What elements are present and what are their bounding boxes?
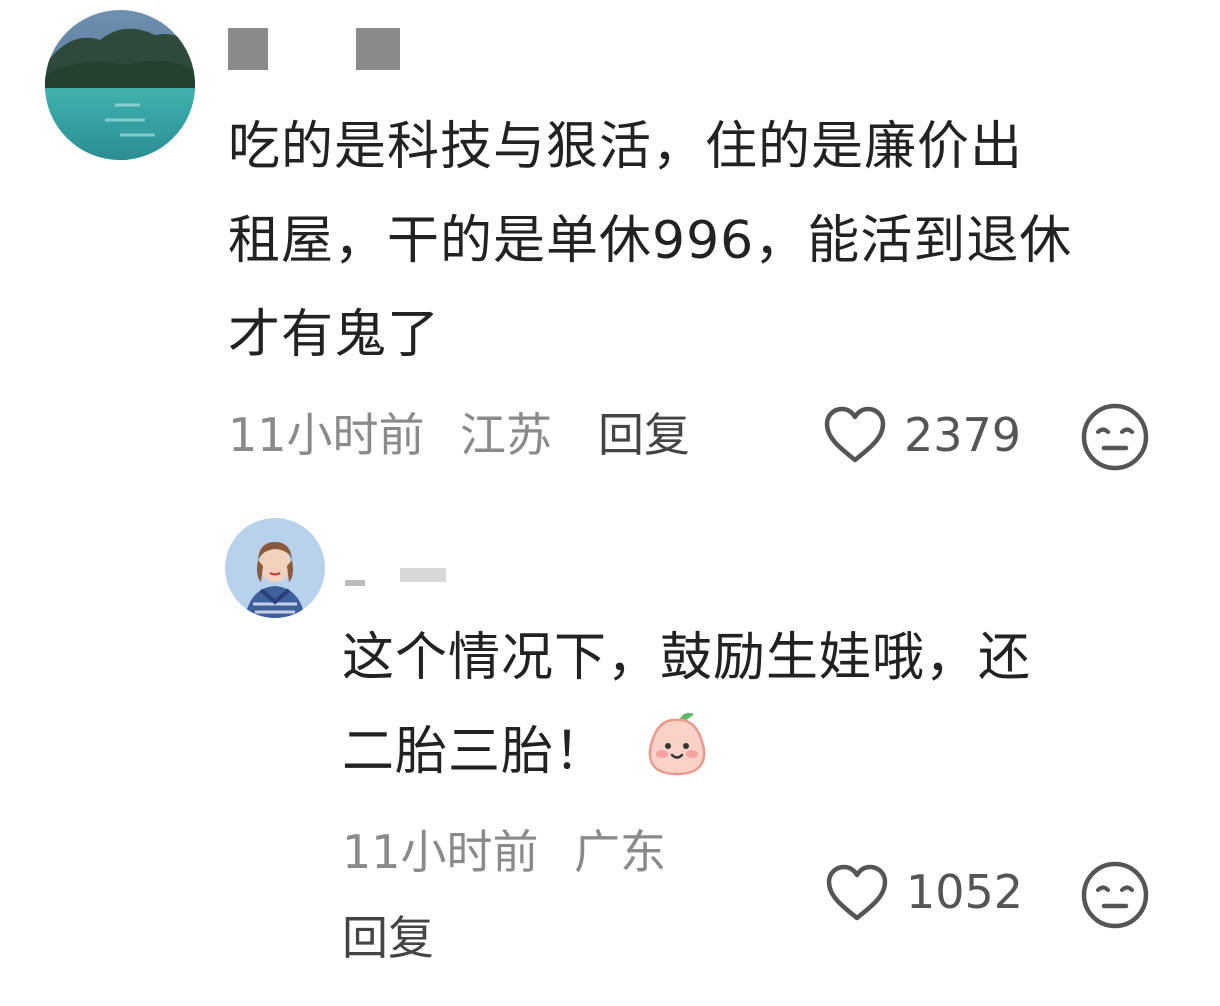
reply-reply-button[interactable]: 回复 <box>342 908 434 968</box>
commenter-name-redacted[interactable] <box>228 28 268 70</box>
like-count: 1052 <box>906 865 1024 919</box>
meh-face-icon[interactable] <box>1080 402 1150 472</box>
comment-location: 江苏 <box>460 408 552 462</box>
commenter-name-redacted-2 <box>356 28 400 70</box>
reply-text: 这个情况下，鼓励生娃哦，还 二胎三胎！ <box>342 628 1032 782</box>
heart-outline-icon[interactable] <box>824 862 890 924</box>
like-count: 2379 <box>904 408 1022 462</box>
comment-reply-button[interactable]: 回复 <box>598 405 690 465</box>
reply-time: 11小时前 <box>342 825 539 879</box>
person-portrait-avatar <box>225 518 325 618</box>
replier-name-redacted[interactable] <box>345 580 365 586</box>
meh-face-icon[interactable] <box>1080 860 1150 930</box>
peach-smile-emoji <box>642 708 712 778</box>
replier-name-redacted-2 <box>400 568 446 582</box>
heart-outline-icon[interactable] <box>822 404 888 466</box>
comment-text: 吃的是科技与狠活，住的是廉价出 租屋，干的是单休996，能活到退休 才有鬼了 <box>228 117 1073 365</box>
reply-location: 广东 <box>574 825 666 879</box>
commenter-avatar[interactable] <box>45 10 195 160</box>
lake-landscape-avatar <box>45 10 195 160</box>
replier-avatar[interactable] <box>225 518 325 618</box>
comment-time: 11小时前 <box>228 408 425 462</box>
